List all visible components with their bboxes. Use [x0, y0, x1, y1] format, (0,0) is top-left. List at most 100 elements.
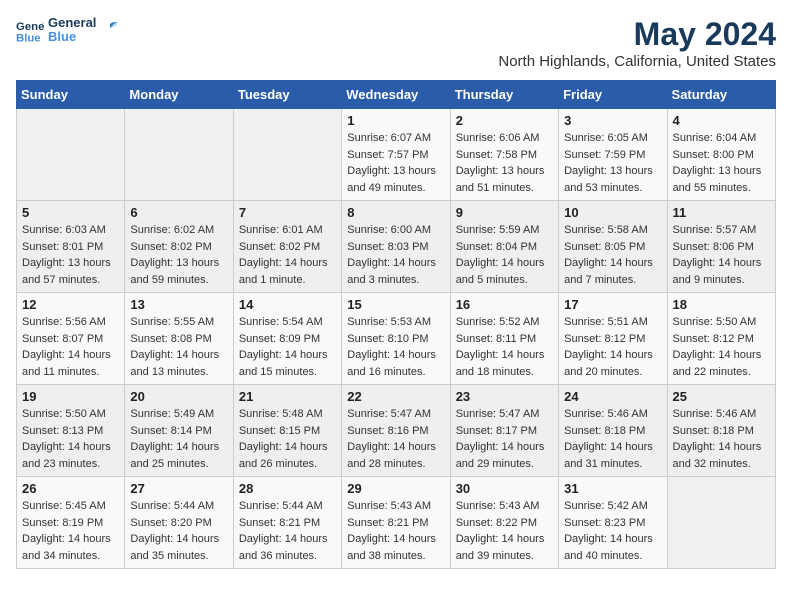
calendar-table: Sunday Monday Tuesday Wednesday Thursday…: [16, 80, 776, 569]
day-number: 31: [564, 481, 661, 496]
day-number: 28: [239, 481, 336, 496]
calendar-cell: 30 Sunrise: 5:43 AM Sunset: 8:22 PM Dayli…: [450, 477, 558, 569]
calendar-week-row: 12Sunrise: 5:56 AM Sunset: 8:07 PM Dayli…: [17, 293, 776, 385]
day-number: 23: [456, 389, 553, 404]
day-number: 30: [456, 481, 553, 496]
day-info: Sunrise: 5:56 AM Sunset: 8:07 PM Dayligh…: [22, 314, 119, 380]
day-info: Sunrise: 6:01 AM Sunset: 8:02 PM Dayligh…: [239, 222, 336, 288]
calendar-cell: 2Sunrise: 6:06 AM Sunset: 7:58 PM Daylig…: [450, 109, 558, 201]
day-info: Sunrise: 5:45 AM Sunset: 8:19 PM Dayligh…: [22, 498, 119, 564]
day-number: 22: [347, 389, 444, 404]
header-saturday: Saturday: [667, 81, 775, 109]
calendar-cell: 27 Sunrise: 5:44 AM Sunset: 8:20 PM Dayli…: [125, 477, 233, 569]
day-info: Sunrise: 6:00 AM Sunset: 8:03 PM Dayligh…: [347, 222, 444, 288]
day-info: Sunrise: 6:07 AM Sunset: 7:57 PM Dayligh…: [347, 130, 444, 196]
day-number: 16: [456, 297, 553, 312]
day-info: Sunrise: 5:48 AM Sunset: 8:15 PM Dayligh…: [239, 406, 336, 472]
header-sunday: Sunday: [17, 81, 125, 109]
day-info: Sunrise: 5:59 AM Sunset: 8:04 PM Dayligh…: [456, 222, 553, 288]
calendar-cell: [667, 477, 775, 569]
calendar-cell: 3 Sunrise: 6:05 AM Sunset: 7:59 PM Daylig…: [559, 109, 667, 201]
day-number: 25: [673, 389, 770, 404]
day-info: Sunrise: 6:06 AM Sunset: 7:58 PM Dayligh…: [456, 130, 553, 196]
logo-text-line2: Blue: [48, 30, 96, 44]
calendar-cell: 8 Sunrise: 6:00 AM Sunset: 8:03 PM Daylig…: [342, 201, 450, 293]
day-info: Sunrise: 5:50 AM Sunset: 8:13 PM Dayligh…: [22, 406, 119, 472]
day-number: 26: [22, 481, 119, 496]
day-number: 29: [347, 481, 444, 496]
calendar-cell: 24 Sunrise: 5:46 AM Sunset: 8:18 PM Dayli…: [559, 385, 667, 477]
day-number: 24: [564, 389, 661, 404]
day-info: Sunrise: 6:05 AM Sunset: 7:59 PM Dayligh…: [564, 130, 661, 196]
calendar-body: 1 Sunrise: 6:07 AM Sunset: 7:57 PM Daylig…: [17, 109, 776, 569]
header-thursday: Thursday: [450, 81, 558, 109]
calendar-cell: 22Sunrise: 5:47 AM Sunset: 8:16 PM Dayli…: [342, 385, 450, 477]
day-info: Sunrise: 6:02 AM Sunset: 8:02 PM Dayligh…: [130, 222, 227, 288]
day-number: 9: [456, 205, 553, 220]
calendar-cell: 11Sunrise: 5:57 AM Sunset: 8:06 PM Dayli…: [667, 201, 775, 293]
calendar-cell: 7 Sunrise: 6:01 AM Sunset: 8:02 PM Daylig…: [233, 201, 341, 293]
day-number: 11: [673, 205, 770, 220]
calendar-week-row: 1 Sunrise: 6:07 AM Sunset: 7:57 PM Daylig…: [17, 109, 776, 201]
day-number: 14: [239, 297, 336, 312]
day-info: Sunrise: 5:46 AM Sunset: 8:18 PM Dayligh…: [564, 406, 661, 472]
calendar-cell: 20 Sunrise: 5:49 AM Sunset: 8:14 PM Dayli…: [125, 385, 233, 477]
day-number: 17: [564, 297, 661, 312]
calendar-cell: 25 Sunrise: 5:46 AM Sunset: 8:18 PM Dayli…: [667, 385, 775, 477]
day-info: Sunrise: 5:54 AM Sunset: 8:09 PM Dayligh…: [239, 314, 336, 380]
day-number: 13: [130, 297, 227, 312]
calendar-cell: 26 Sunrise: 5:45 AM Sunset: 8:19 PM Dayli…: [17, 477, 125, 569]
day-number: 21: [239, 389, 336, 404]
day-number: 1: [347, 113, 444, 128]
day-info: Sunrise: 5:43 AM Sunset: 8:21 PM Dayligh…: [347, 498, 444, 564]
logo-text-line1: General: [48, 16, 96, 30]
day-info: Sunrise: 5:46 AM Sunset: 8:18 PM Dayligh…: [673, 406, 770, 472]
day-number: 19: [22, 389, 119, 404]
calendar-cell: 4Sunrise: 6:04 AM Sunset: 8:00 PM Daylig…: [667, 109, 775, 201]
header-wednesday: Wednesday: [342, 81, 450, 109]
main-title: May 2024: [498, 16, 776, 53]
logo-icon: General Blue: [16, 16, 44, 44]
day-info: Sunrise: 5:43 AM Sunset: 8:22 PM Dayligh…: [456, 498, 553, 564]
calendar-cell: 17Sunrise: 5:51 AM Sunset: 8:12 PM Dayli…: [559, 293, 667, 385]
calendar-cell: 28 Sunrise: 5:44 AM Sunset: 8:21 PM Dayli…: [233, 477, 341, 569]
subtitle: North Highlands, California, United Stat…: [498, 53, 776, 70]
day-info: Sunrise: 5:53 AM Sunset: 8:10 PM Dayligh…: [347, 314, 444, 380]
day-info: Sunrise: 5:47 AM Sunset: 8:17 PM Dayligh…: [456, 406, 553, 472]
day-info: Sunrise: 5:58 AM Sunset: 8:05 PM Dayligh…: [564, 222, 661, 288]
logo-bird-icon: [100, 20, 120, 40]
day-number: 8: [347, 205, 444, 220]
svg-text:General: General: [16, 21, 44, 33]
calendar-cell: 18 Sunrise: 5:50 AM Sunset: 8:12 PM Dayli…: [667, 293, 775, 385]
day-info: Sunrise: 5:44 AM Sunset: 8:20 PM Dayligh…: [130, 498, 227, 564]
calendar-header-row: Sunday Monday Tuesday Wednesday Thursday…: [17, 81, 776, 109]
day-info: Sunrise: 5:50 AM Sunset: 8:12 PM Dayligh…: [673, 314, 770, 380]
day-number: 4: [673, 113, 770, 128]
header-friday: Friday: [559, 81, 667, 109]
day-info: Sunrise: 5:52 AM Sunset: 8:11 PM Dayligh…: [456, 314, 553, 380]
logo: General Blue General Blue: [16, 16, 120, 45]
day-number: 5: [22, 205, 119, 220]
calendar-cell: 9 Sunrise: 5:59 AM Sunset: 8:04 PM Daylig…: [450, 201, 558, 293]
header-monday: Monday: [125, 81, 233, 109]
header: General Blue General Blue May 2024 North…: [16, 16, 776, 70]
day-number: 27: [130, 481, 227, 496]
calendar-week-row: 26 Sunrise: 5:45 AM Sunset: 8:19 PM Dayli…: [17, 477, 776, 569]
day-number: 6: [130, 205, 227, 220]
day-info: Sunrise: 5:55 AM Sunset: 8:08 PM Dayligh…: [130, 314, 227, 380]
day-number: 3: [564, 113, 661, 128]
calendar-cell: 5Sunrise: 6:03 AM Sunset: 8:01 PM Daylig…: [17, 201, 125, 293]
day-number: 18: [673, 297, 770, 312]
calendar-cell: [17, 109, 125, 201]
calendar-cell: 1 Sunrise: 6:07 AM Sunset: 7:57 PM Daylig…: [342, 109, 450, 201]
calendar-week-row: 5Sunrise: 6:03 AM Sunset: 8:01 PM Daylig…: [17, 201, 776, 293]
day-number: 10: [564, 205, 661, 220]
day-info: Sunrise: 5:49 AM Sunset: 8:14 PM Dayligh…: [130, 406, 227, 472]
calendar-cell: 13 Sunrise: 5:55 AM Sunset: 8:08 PM Dayli…: [125, 293, 233, 385]
day-number: 20: [130, 389, 227, 404]
day-info: Sunrise: 5:44 AM Sunset: 8:21 PM Dayligh…: [239, 498, 336, 564]
day-number: 15: [347, 297, 444, 312]
calendar-cell: 6 Sunrise: 6:02 AM Sunset: 8:02 PM Daylig…: [125, 201, 233, 293]
day-number: 7: [239, 205, 336, 220]
svg-text:Blue: Blue: [16, 33, 41, 45]
